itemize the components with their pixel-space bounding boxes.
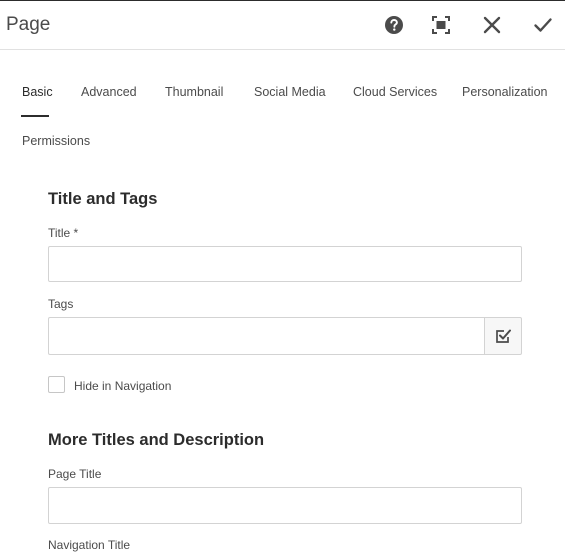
- dialog-header: Page: [0, 1, 565, 50]
- dialog-title: Page: [6, 14, 51, 35]
- tab-basic[interactable]: Basic: [22, 85, 53, 99]
- fullscreen-icon[interactable]: [431, 15, 451, 35]
- tags-picker-button[interactable]: [484, 317, 522, 355]
- navigation-title-label: Navigation Title: [48, 538, 131, 552]
- tags-input[interactable]: [48, 317, 485, 355]
- section-title-tags: Title and Tags: [48, 190, 158, 208]
- tab-thumbnail[interactable]: Thumbnail: [165, 85, 223, 99]
- tab-personalization[interactable]: Personalization: [462, 85, 547, 99]
- hide-in-navigation-checkbox[interactable]: [48, 376, 65, 393]
- title-input[interactable]: [48, 246, 522, 282]
- tab-advanced[interactable]: Advanced: [81, 85, 137, 99]
- tab-permissions[interactable]: Permissions: [22, 134, 90, 148]
- tab-bar: Basic Advanced Thumbnail Social Media Cl…: [0, 50, 565, 160]
- page-title-label: Page Title: [48, 467, 102, 481]
- checkmark-icon[interactable]: [533, 15, 553, 35]
- tab-cloud-services[interactable]: Cloud Services: [353, 85, 437, 99]
- tags-label: Tags: [48, 297, 74, 311]
- tags-field: [48, 317, 523, 355]
- tab-social-media[interactable]: Social Media: [254, 85, 326, 99]
- checkbox-select-icon: [496, 329, 511, 343]
- hide-in-navigation-label: Hide in Navigation: [74, 379, 172, 393]
- section-title-more: More Titles and Description: [48, 431, 265, 449]
- active-tab-indicator: [21, 115, 49, 117]
- page-title-input[interactable]: [48, 487, 522, 524]
- help-icon[interactable]: [384, 15, 404, 35]
- title-label: Title *: [48, 226, 79, 240]
- close-icon[interactable]: [482, 15, 502, 35]
